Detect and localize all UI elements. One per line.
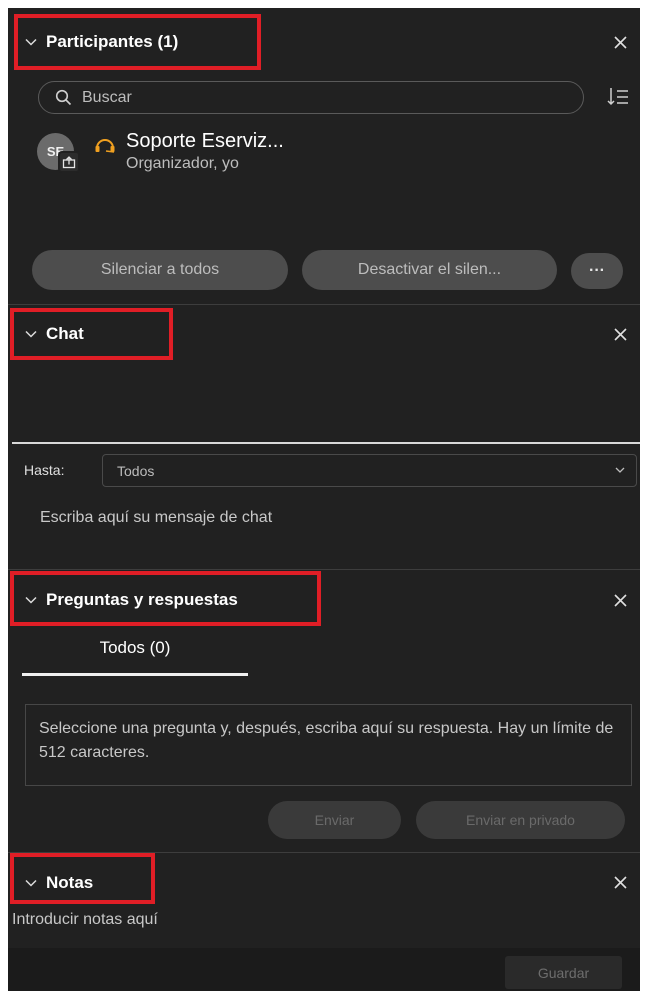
participant-role: Organizador, yo <box>126 155 239 172</box>
close-icon <box>613 35 627 49</box>
close-icon <box>613 327 627 341</box>
section-divider <box>8 304 640 305</box>
headset-icon <box>95 139 115 153</box>
chat-input-divider <box>12 442 640 444</box>
sort-icon <box>607 88 628 106</box>
qa-close-button[interactable] <box>608 588 632 612</box>
send-button[interactable]: Enviar <box>268 801 401 839</box>
close-icon <box>613 875 627 889</box>
chat-recipient-select[interactable]: Todos <box>102 454 637 487</box>
chevron-down-icon <box>25 879 37 887</box>
participant-name: Soporte Eserviz... <box>126 130 284 152</box>
sort-list-button[interactable] <box>605 84 631 110</box>
chat-section-toggle[interactable]: Chat <box>24 324 84 344</box>
section-divider <box>8 569 640 570</box>
participants-section-toggle[interactable]: Participantes (1) <box>24 32 178 52</box>
chat-to-label: Hasta: <box>24 462 65 478</box>
tab-qa-all-label: Todos (0) <box>99 638 171 657</box>
participants-title: Participantes (1) <box>46 32 179 51</box>
share-badge-icon <box>58 151 80 173</box>
mute-all-button[interactable]: Silenciar a todos <box>32 250 288 290</box>
participants-close-button[interactable] <box>608 30 632 54</box>
chat-message-input[interactable]: Escriba aquí su mensaje de chat <box>40 509 272 527</box>
chevron-down-icon <box>25 596 37 604</box>
chat-title: Chat <box>46 324 84 343</box>
participants-search-input[interactable]: Buscar <box>38 81 584 114</box>
save-button[interactable]: Guardar <box>505 956 622 989</box>
search-icon <box>55 89 72 106</box>
send-private-button[interactable]: Enviar en privado <box>416 801 625 839</box>
notes-section-toggle[interactable]: Notas <box>24 873 93 893</box>
tab-qa-all[interactable]: Todos (0) <box>22 638 248 676</box>
chat-close-button[interactable] <box>608 322 632 346</box>
section-divider <box>8 852 640 853</box>
side-panel: Participantes (1) Buscar SE Soporte Eser… <box>8 8 640 991</box>
search-placeholder: Buscar <box>82 88 132 106</box>
chevron-down-icon <box>615 467 625 473</box>
chevron-down-icon <box>25 38 37 46</box>
qa-title: Preguntas y respuestas <box>46 590 238 609</box>
unmute-all-button[interactable]: Desactivar el silen... <box>302 250 557 290</box>
close-icon <box>613 593 627 607</box>
more-options-button[interactable]: ··· <box>571 253 623 289</box>
notes-input[interactable]: Introducir notas aquí <box>12 911 158 929</box>
chevron-down-icon <box>25 330 37 338</box>
notes-title: Notas <box>46 873 94 892</box>
notes-close-button[interactable] <box>608 870 632 894</box>
chat-recipient-value: Todos <box>117 462 155 479</box>
qa-section-toggle[interactable]: Preguntas y respuestas <box>24 590 238 610</box>
qa-answer-input[interactable]: Seleccione una pregunta y, después, escr… <box>25 704 632 786</box>
